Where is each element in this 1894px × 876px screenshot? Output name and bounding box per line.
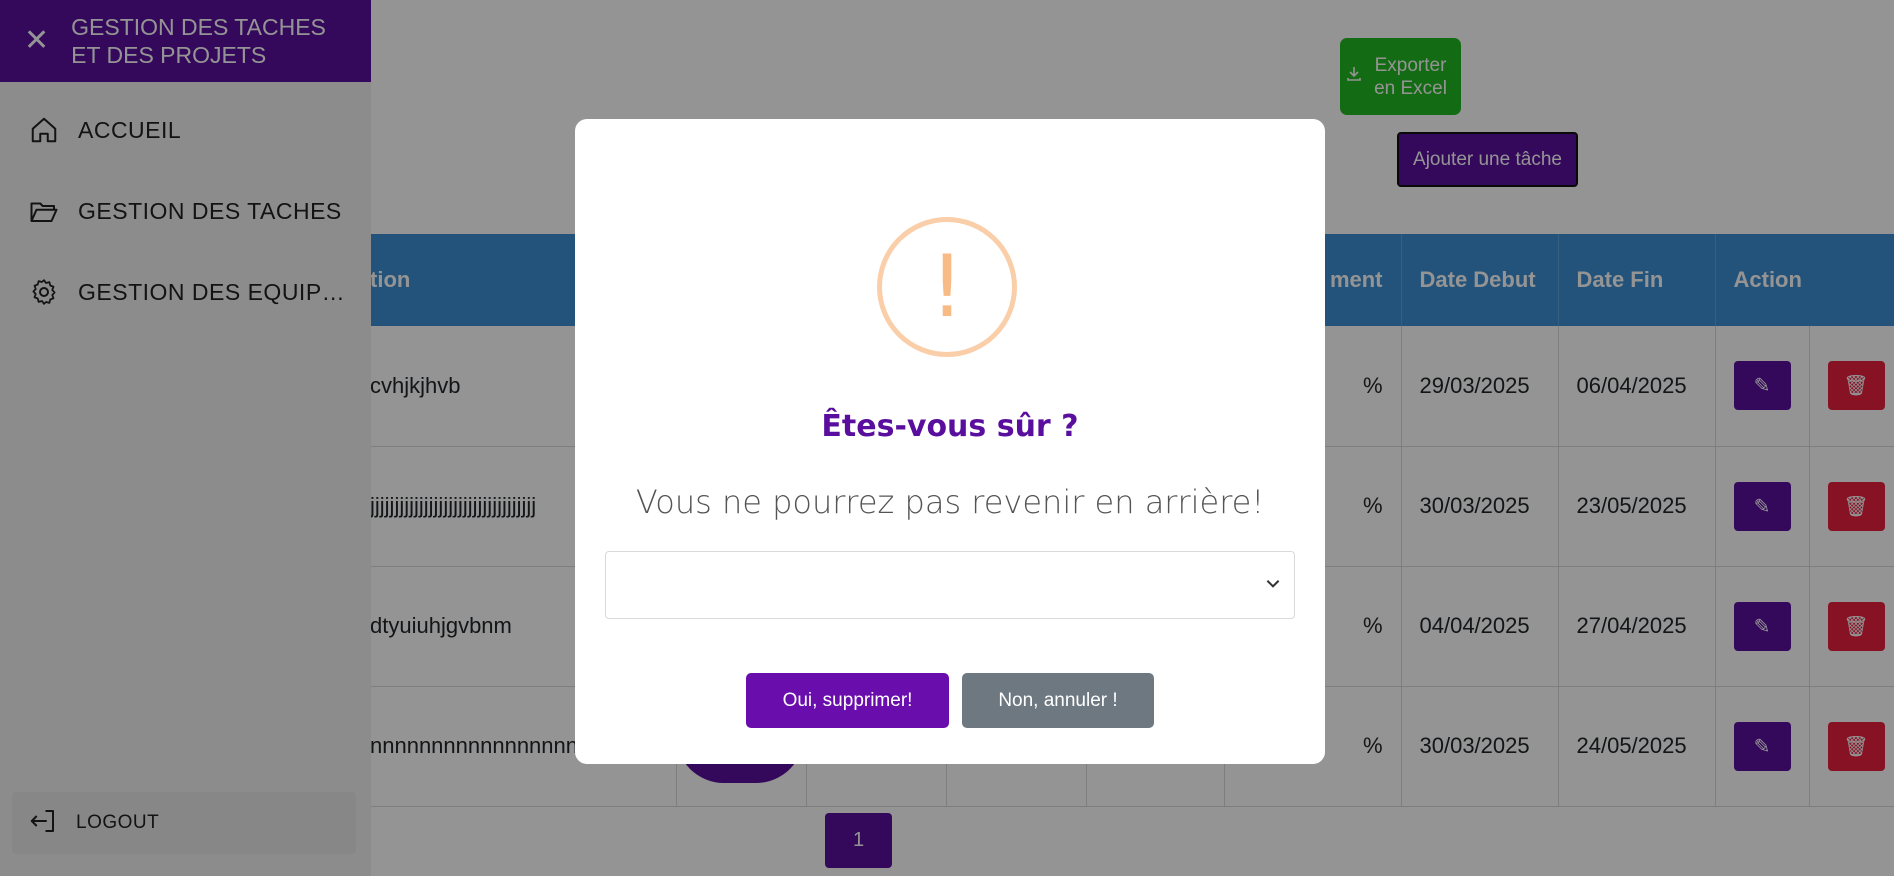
confirm-delete-button[interactable]: Oui, supprimer! (746, 673, 949, 728)
dialog-message: Vous ne pourrez pas revenir en arrière! (635, 483, 1265, 521)
dialog-title: Êtes-vous sûr ? (821, 409, 1079, 444)
logout-icon (28, 806, 58, 841)
sidebar-item-label: GESTION DES EQUIPES (78, 278, 348, 305)
chevron-down-icon (1264, 574, 1282, 597)
sidebar-item-accueil[interactable]: ACCUEIL (0, 100, 371, 160)
gear-icon (28, 276, 60, 308)
sidebar-header: ✕ GESTION DES TACHES ET DES PROJETS (0, 0, 371, 82)
sidebar: ✕ GESTION DES TACHES ET DES PROJETS ACCU… (0, 0, 371, 876)
sidebar-item-label: GESTION DES TACHES (78, 197, 342, 224)
folder-open-icon (28, 195, 60, 227)
sidebar-item-label: ACCUEIL (78, 116, 182, 143)
warning-icon: ! (877, 217, 1017, 357)
logout-button[interactable]: LOGOUT (12, 792, 356, 854)
sidebar-item-taches[interactable]: GESTION DES TACHES (0, 181, 371, 241)
sidebar-item-equipes[interactable]: GESTION DES EQUIPES (0, 262, 371, 322)
sidebar-title: GESTION DES TACHES ET DES PROJETS (71, 14, 326, 68)
logout-label: LOGOUT (76, 812, 160, 833)
home-icon (28, 114, 60, 146)
confirm-dialog: ! Êtes-vous sûr ? Vous ne pourrez pas re… (575, 119, 1325, 764)
close-icon[interactable]: ✕ (24, 26, 49, 56)
cancel-button[interactable]: Non, annuler ! (962, 673, 1154, 728)
dialog-select[interactable] (605, 551, 1295, 619)
